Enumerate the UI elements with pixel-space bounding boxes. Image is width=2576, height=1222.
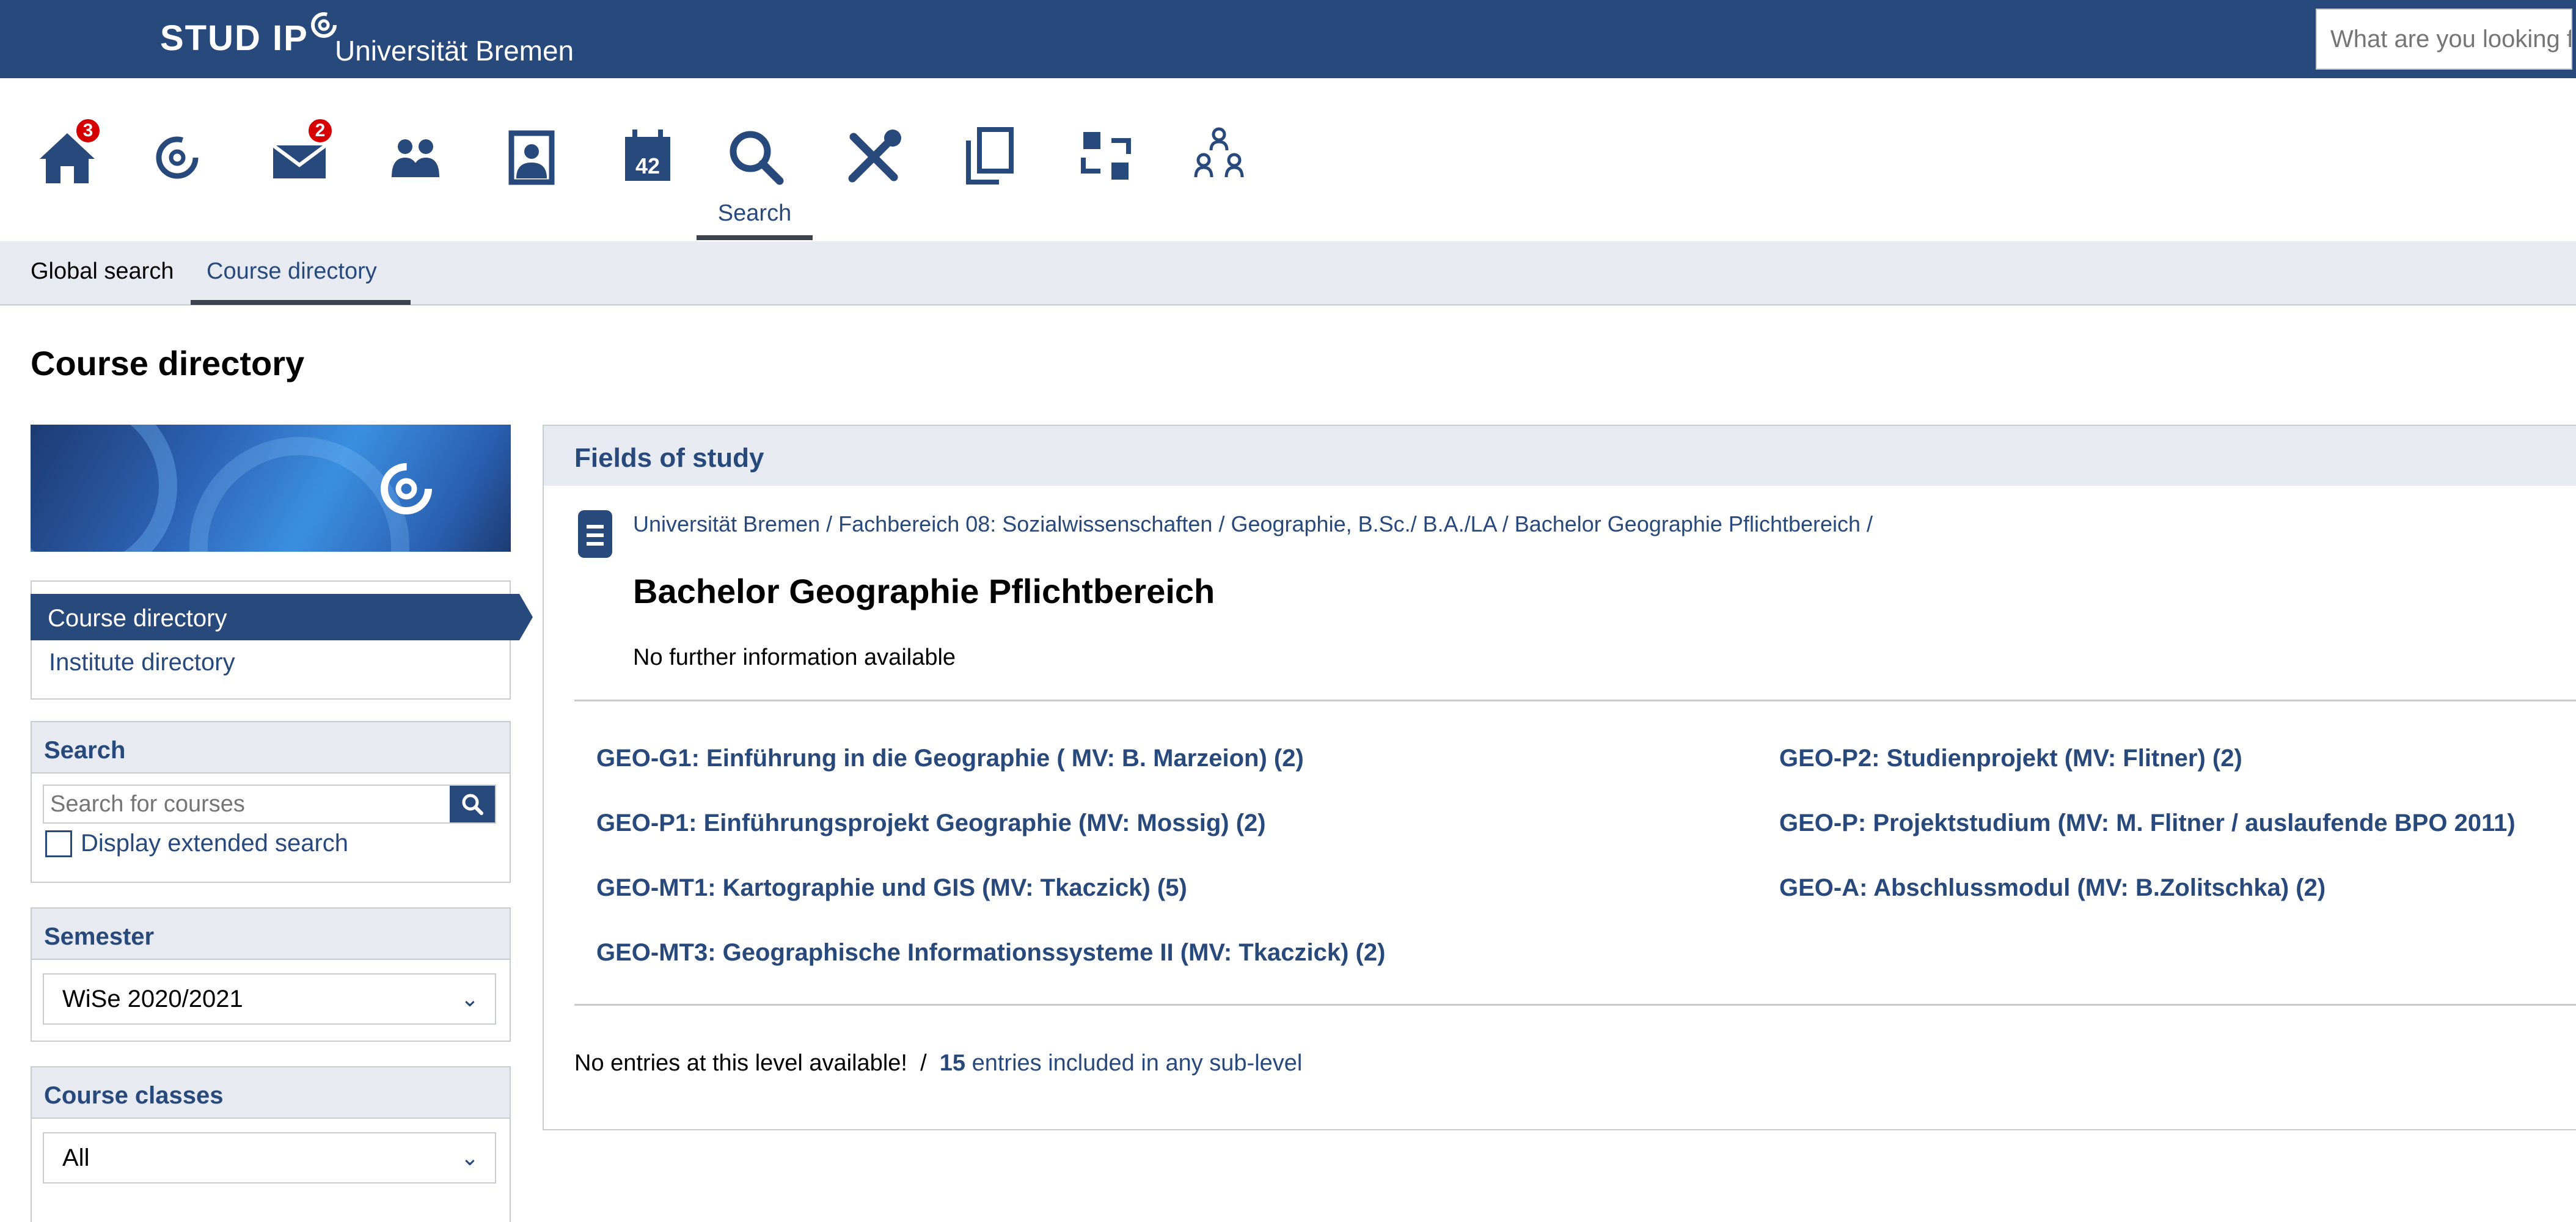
nav-search[interactable]: [718, 122, 791, 196]
sidebar-item-institute-directory[interactable]: Institute directory: [49, 649, 235, 676]
course-link[interactable]: GEO-MT1: Kartographie und GIS (MV: Tkacz…: [596, 874, 1187, 902]
page-title: Course directory: [31, 344, 305, 382]
global-search-input[interactable]: [2330, 25, 2571, 53]
files-icon: [966, 127, 1014, 185]
panel-title: Fields of study: [544, 426, 2576, 486]
extended-search-option[interactable]: Display extended search: [45, 830, 348, 857]
calendar-day: 42: [635, 153, 660, 178]
profile-icon: [508, 130, 555, 185]
course-link[interactable]: GEO-P: Projektstudium (MV: M. Flitner / …: [1779, 810, 2516, 837]
hierarchy-icon: [1194, 127, 1244, 178]
nav-search-label[interactable]: Search: [697, 200, 813, 227]
sidebar-navigation: Course directory Institute directory: [31, 580, 533, 700]
nav-calendar[interactable]: 42: [611, 122, 684, 196]
chevron-down-icon: ⌄: [460, 1145, 479, 1170]
sidebar-item-course-directory[interactable]: Course directory: [31, 594, 533, 640]
course-search-input[interactable]: [44, 786, 450, 822]
search-widget: Search Display extended search: [31, 721, 511, 883]
tab-course-directory[interactable]: Course directory: [207, 258, 377, 285]
studip-watermark-icon: [381, 463, 432, 514]
course-link[interactable]: GEO-P1: Einführungsprojekt Geographie (M…: [596, 810, 1266, 837]
notification-badge: 3: [75, 117, 101, 144]
semester-widget: Semester WiSe 2020/2021 ⌄: [31, 907, 511, 1042]
nav-community[interactable]: [379, 122, 452, 196]
breadcrumb[interactable]: Universität Bremen / Fachbereich 08: Soz…: [633, 511, 1873, 537]
message-badge: 2: [307, 117, 334, 144]
course-classes-widget-title: Course classes: [32, 1067, 510, 1119]
divider: [574, 700, 2576, 701]
logo-swirl-icon: [310, 12, 337, 38]
chevron-down-icon: ⌄: [460, 986, 479, 1011]
extended-search-checkbox[interactable]: [45, 830, 72, 857]
semester-select[interactable]: WiSe 2020/2021 ⌄: [43, 973, 496, 1025]
course-classes-select[interactable]: All ⌄: [43, 1132, 496, 1184]
nav-my-courses[interactable]: [141, 122, 214, 196]
tab-global-search[interactable]: Global search: [31, 258, 174, 285]
sub-navigation: Global search Course directory: [0, 241, 2576, 306]
fields-of-study-panel: Fields of study Universität Bremen / Fac…: [543, 425, 2576, 1130]
course-link[interactable]: GEO-MT3: Geographische Informationssyste…: [596, 939, 1385, 967]
course-search: [43, 785, 496, 824]
logo-text: STUD IP: [160, 18, 309, 58]
studip-logo-icon: [156, 136, 199, 179]
nav-hierarchy[interactable]: [1182, 122, 1256, 196]
course-classes-widget: Course classes All ⌄: [31, 1066, 511, 1222]
nav-files[interactable]: [953, 122, 1026, 196]
field-title: Bachelor Geographie Pflichtbereich: [633, 572, 1215, 610]
calendar-icon: 42: [625, 130, 670, 181]
course-classes-value: All: [62, 1144, 90, 1171]
sub-level-count[interactable]: 15: [940, 1050, 965, 1076]
institution-name: Universität Bremen: [335, 35, 574, 67]
nav-start[interactable]: 3: [31, 117, 104, 196]
course-search-button[interactable]: [450, 786, 495, 822]
community-icon: [392, 139, 439, 177]
no-entries-text: No entries at this level available!: [574, 1050, 907, 1076]
semester-value: WiSe 2020/2021: [62, 985, 243, 1012]
course-link[interactable]: GEO-G1: Einführung in die Geographie ( M…: [596, 745, 1304, 772]
field-info: No further information available: [633, 645, 956, 670]
exchange-icon: [1081, 132, 1131, 180]
course-link[interactable]: GEO-A: Abschlussmodul (MV: B.Zolitschka)…: [1779, 874, 2325, 902]
global-search-box[interactable]: [2316, 9, 2572, 70]
document-icon: [578, 510, 612, 558]
tools-icon: [848, 130, 901, 183]
nav-tools[interactable]: [837, 122, 910, 196]
search-icon: [462, 794, 483, 815]
semester-widget-title: Semester: [32, 909, 510, 960]
search-icon: [730, 131, 784, 185]
main-navigation: 3 2 42 Search: [0, 78, 2576, 241]
separator: /: [920, 1050, 927, 1076]
entries-summary: No entries at this level available! / 15…: [574, 1050, 1302, 1077]
top-bar: STUD IP Universität Bremen: [0, 0, 2576, 78]
search-widget-title: Search: [32, 722, 510, 774]
sidebar-image: [31, 425, 511, 552]
nav-active-indicator: [697, 235, 813, 240]
divider: [574, 1004, 2576, 1006]
studip-logo[interactable]: STUD IP: [160, 11, 338, 66]
course-link[interactable]: GEO-P2: Studienprojekt (MV: Flitner) (2): [1779, 745, 2242, 772]
nav-profile[interactable]: [495, 122, 568, 196]
tab-active-indicator: [191, 300, 411, 305]
sub-level-link[interactable]: entries included in any sub-level: [972, 1050, 1303, 1076]
extended-search-label[interactable]: Display extended search: [81, 830, 348, 857]
nav-exchange[interactable]: [1069, 122, 1143, 196]
nav-messages[interactable]: 2: [263, 117, 336, 196]
